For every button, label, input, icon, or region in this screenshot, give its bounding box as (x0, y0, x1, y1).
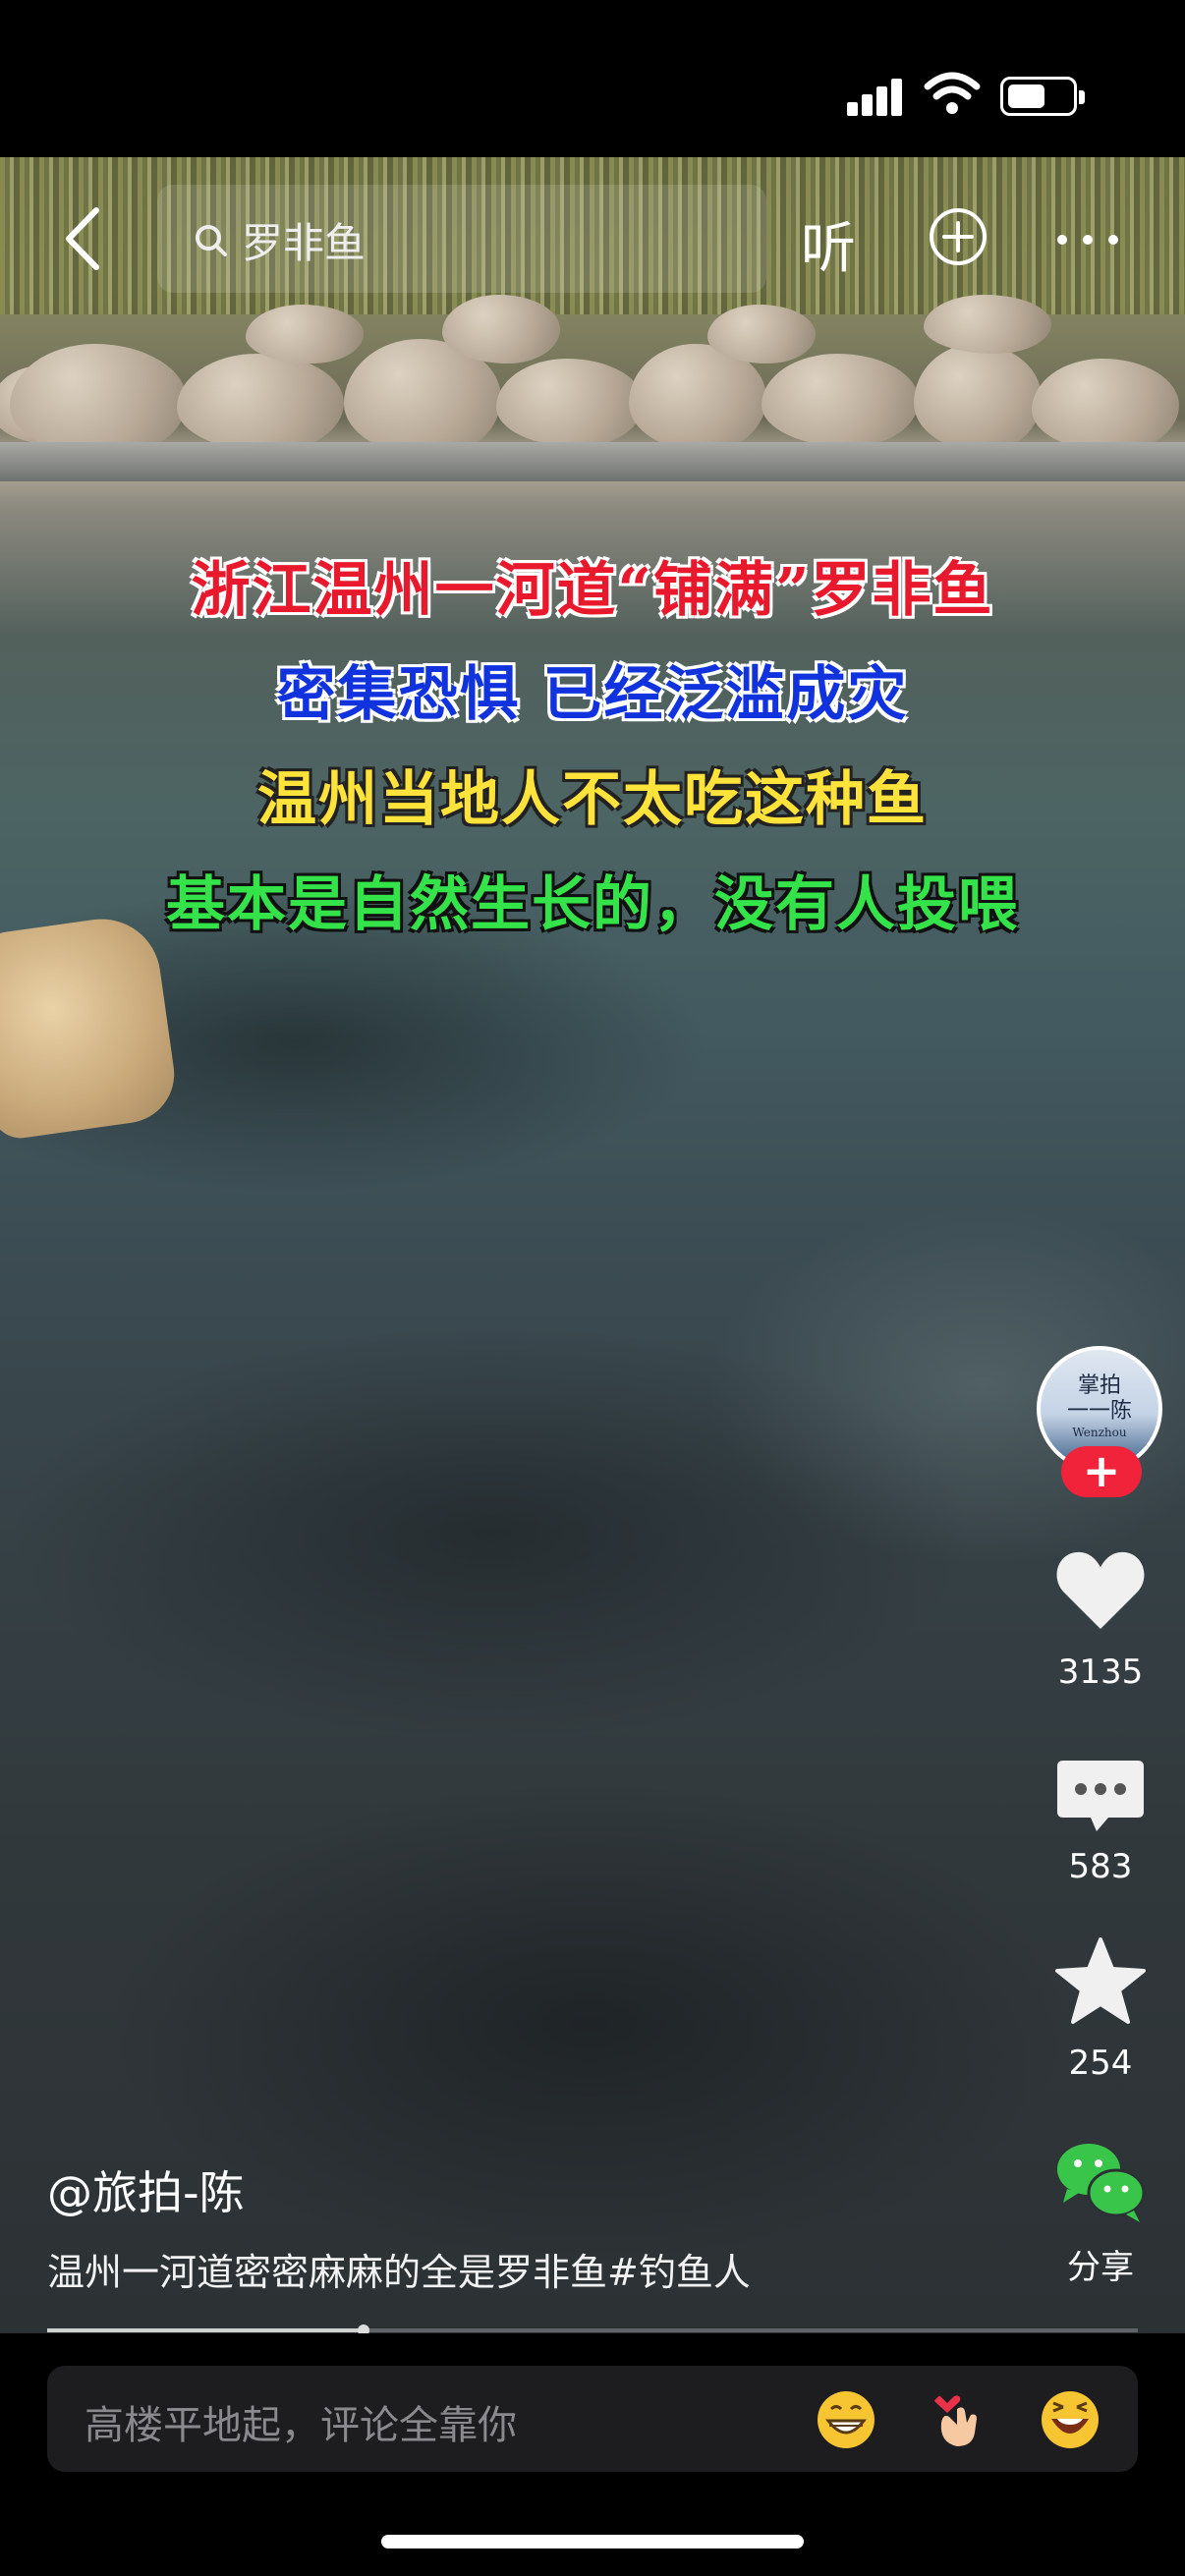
listen-button[interactable]: 听 (801, 204, 856, 284)
wifi-icon (924, 72, 981, 114)
video-caption-line-4: 基本是自然生长的，没有人投喂 (166, 870, 1019, 939)
cellular-signal-icon (847, 77, 902, 116)
avatar-text-line-3: Wenzhou (1072, 1425, 1127, 1439)
plus-circle-icon[interactable] (928, 206, 988, 267)
battery-icon (1000, 77, 1085, 116)
search-icon (196, 225, 227, 256)
favorite-count: 254 (1068, 2044, 1133, 2083)
grin-emoji[interactable] (816, 2389, 876, 2450)
avatar-text-line-1: 掌拍 (1077, 1373, 1121, 1398)
heart-hand-emoji[interactable] (928, 2389, 988, 2450)
comment-count: 583 (1068, 1847, 1133, 1886)
playback-progress[interactable] (47, 2324, 1138, 2336)
video-caption-line-1: 浙江温州一河道“铺满”罗非鱼 (191, 556, 994, 625)
author-name[interactable]: @旅拍-陈 (47, 2157, 245, 2222)
video-caption-line-2: 密集恐惧 已经泛滥成灾 (276, 660, 909, 729)
comment-placeholder: 高楼平地起，评论全靠你 (85, 2403, 517, 2448)
follow-button[interactable]: + (1061, 1446, 1142, 1497)
video-caption-line-3: 温州当地人不太吃这种鱼 (257, 765, 928, 834)
star-icon[interactable] (1051, 1933, 1150, 2032)
more-icon[interactable] (1056, 234, 1119, 246)
home-indicator[interactable] (381, 2535, 804, 2548)
post-description: 温州一河道密密麻麻的全是罗非鱼#钓鱼人 (47, 2251, 751, 2294)
river-ledge (0, 442, 1185, 481)
search-query: 罗非鱼 (242, 219, 367, 267)
avatar-text-line-2: 一一陈 (1066, 1399, 1132, 1425)
like-count: 3135 (1057, 1652, 1144, 1692)
back-arrow-icon[interactable] (59, 204, 106, 273)
video-player[interactable] (0, 157, 1185, 2333)
share-label[interactable]: 分享 (1022, 2240, 1179, 2288)
wechat-icon[interactable] (1051, 2132, 1150, 2230)
heart-icon[interactable] (1051, 1540, 1150, 1639)
fish-school (0, 845, 1185, 2333)
comment-icon[interactable] (1051, 1747, 1150, 1845)
laugh-emoji[interactable] (1040, 2389, 1100, 2450)
